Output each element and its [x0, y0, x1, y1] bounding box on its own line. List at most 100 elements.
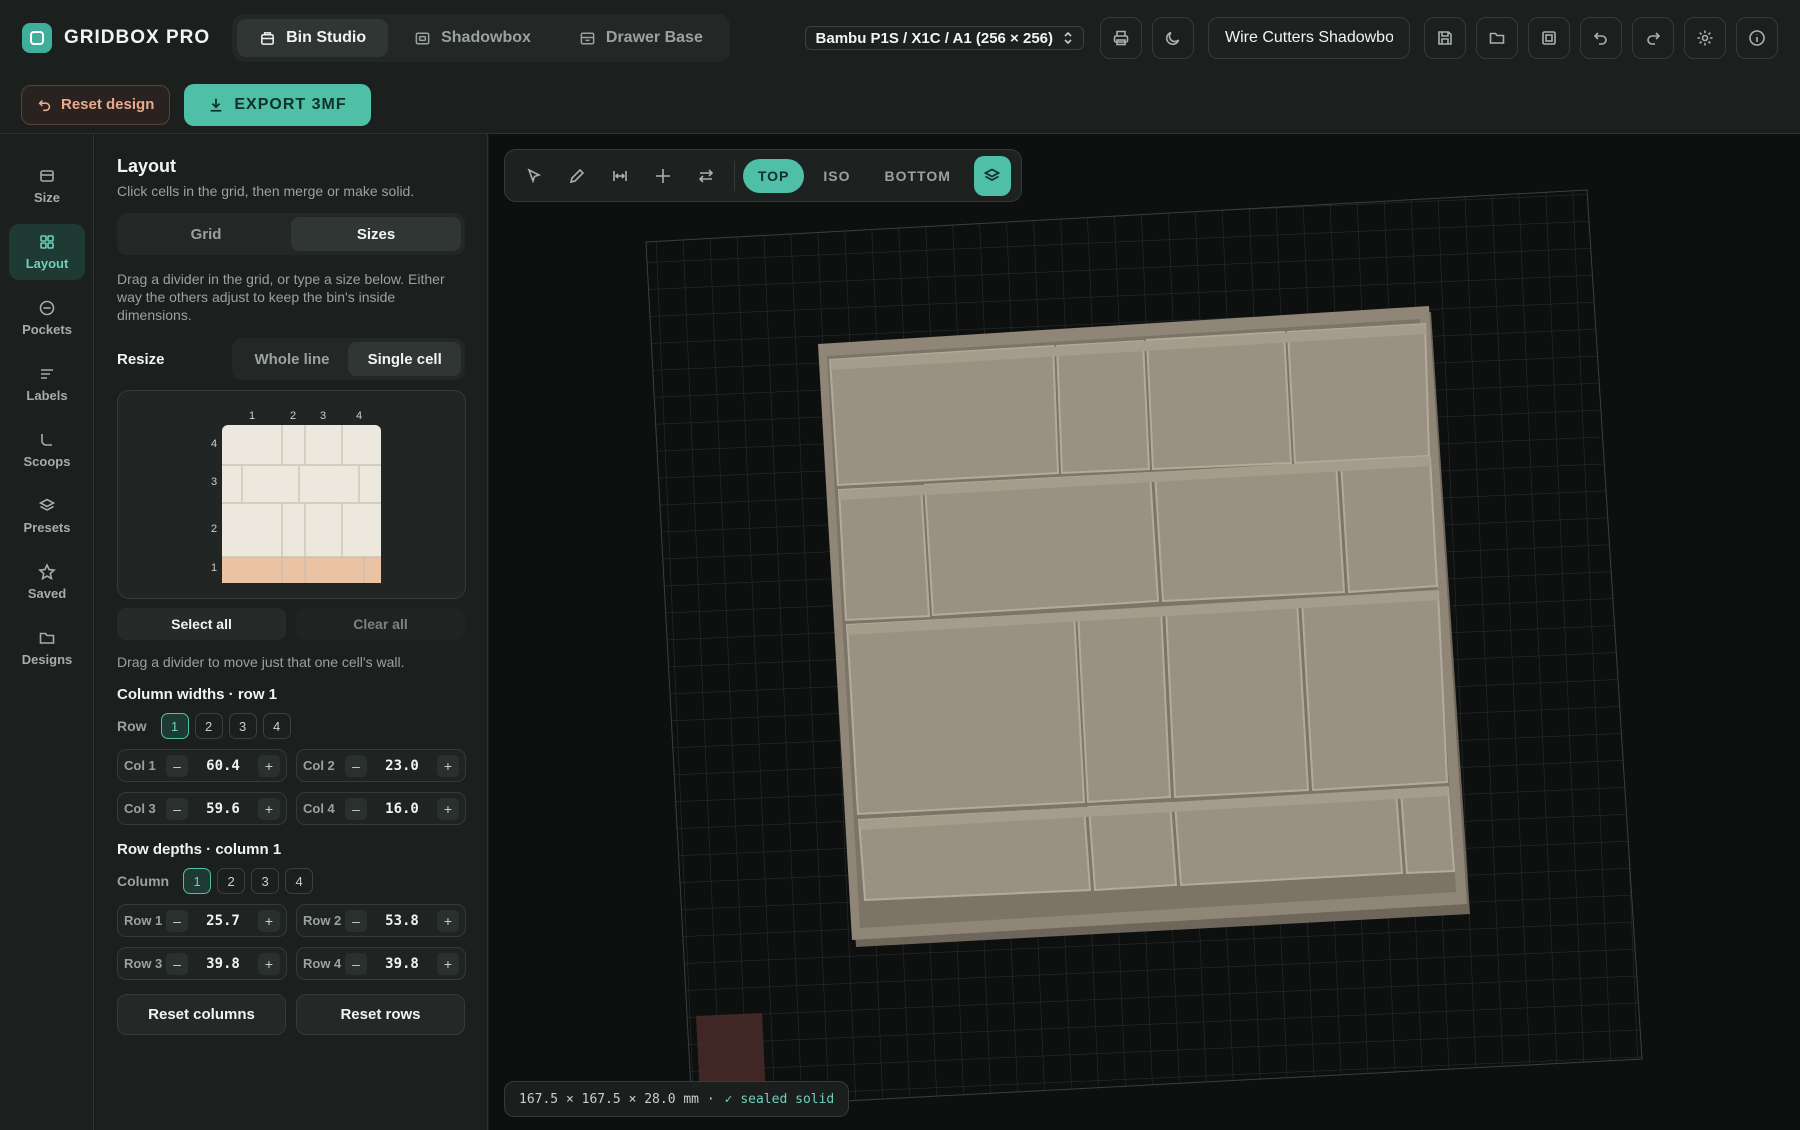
resize-whole-line[interactable]: Whole line [236, 342, 349, 376]
decrement-button[interactable]: – [166, 797, 188, 820]
increment-button[interactable]: + [437, 952, 459, 975]
print-button[interactable] [1100, 17, 1142, 59]
rail-item-labels[interactable]: Labels [9, 356, 85, 412]
decrement-button[interactable]: – [345, 952, 367, 975]
stepper-value[interactable]: 16.0 [367, 801, 437, 817]
row-picker-label: Row [117, 718, 147, 734]
rail-item-pockets[interactable]: Pockets [9, 290, 85, 346]
grid-col-label: 2 [290, 410, 296, 422]
row-chip-1[interactable]: 1 [160, 713, 189, 739]
library-button[interactable] [1528, 17, 1570, 59]
rail-item-presets[interactable]: Presets [9, 488, 85, 544]
stepper-value[interactable]: 25.7 [188, 913, 258, 929]
column-chip-1[interactable]: 1 [183, 868, 212, 894]
tab-drawer-base[interactable]: Drawer Base [557, 19, 725, 57]
split-tool[interactable] [644, 155, 683, 197]
stepper-name: Col 2 [303, 758, 335, 773]
rail-item-scoops[interactable]: Scoops [9, 422, 85, 478]
rail-item-layout[interactable]: Layout [9, 224, 85, 280]
measure-tool[interactable] [601, 155, 640, 197]
design-name-input[interactable] [1208, 17, 1410, 59]
viewport-canvas[interactable] [489, 134, 1800, 1130]
stepper-value[interactable]: 53.8 [367, 913, 437, 929]
studio-tabs: Bin Studio Shadowbox Drawer Base [232, 14, 730, 62]
panel-subtitle: Click cells in the grid, then merge or m… [117, 183, 415, 199]
rail-item-saved[interactable]: Saved [9, 554, 85, 610]
increment-button[interactable]: + [437, 909, 459, 932]
3d-viewport[interactable]: TOP ISO BOTTOM 167.5 × 167.5 × 28.0 mm ·… [489, 134, 1800, 1130]
status-solid: ✓ sealed solid [724, 1091, 835, 1107]
tab-bin-studio[interactable]: Bin Studio [237, 19, 389, 57]
row-2-stepper: Row 2 – 53.8 + [296, 904, 466, 937]
row-chip-4[interactable]: 4 [262, 713, 291, 739]
grid-row-label: 2 [211, 523, 217, 535]
top-right-controls: Bambu P1S / X1C / A1 (256 × 256) [804, 17, 1778, 59]
decrement-button[interactable]: – [166, 952, 188, 975]
increment-button[interactable]: + [258, 797, 280, 820]
tab-sizes[interactable]: Sizes [291, 217, 461, 251]
save-button[interactable] [1424, 17, 1466, 59]
drawer-icon [580, 32, 595, 44]
printer-select[interactable]: Bambu P1S / X1C / A1 (256 × 256) [804, 26, 1084, 50]
column-chip-4[interactable]: 4 [285, 868, 314, 894]
clear-all-button[interactable]: Clear all [296, 608, 465, 640]
theme-toggle-button[interactable] [1152, 17, 1194, 59]
draw-tool[interactable] [558, 155, 597, 197]
redo-button[interactable] [1632, 17, 1674, 59]
view-top-button[interactable]: TOP [742, 158, 805, 193]
cell-grid-svg[interactable]: 1 2 3 4 4 3 2 1 [118, 391, 467, 600]
select-all-button[interactable]: Select all [117, 608, 286, 640]
decrement-button[interactable]: – [345, 797, 367, 820]
rail-label: Pockets [22, 322, 72, 337]
decrement-button[interactable]: – [345, 754, 367, 777]
stepper-name: Row 3 [124, 956, 163, 971]
swap-tool[interactable] [687, 155, 726, 197]
tab-shadowbox[interactable]: Shadowbox [392, 19, 553, 57]
row-chip-3[interactable]: 3 [228, 713, 257, 739]
select-tool[interactable] [515, 155, 554, 197]
resize-single-cell[interactable]: Single cell [348, 342, 461, 376]
reset-design-button[interactable]: Reset design [21, 84, 171, 125]
stepper-value[interactable]: 23.0 [367, 758, 437, 774]
rail-item-size[interactable]: Size [9, 158, 85, 214]
app-logo: GRIDBOX PRO [22, 23, 210, 53]
star-icon [38, 563, 56, 581]
save-icon [1438, 31, 1452, 45]
stepper-value[interactable]: 59.6 [188, 801, 258, 817]
view-bottom-button[interactable]: BOTTOM [870, 159, 966, 193]
reset-rows-button[interactable]: Reset rows [296, 994, 465, 1035]
increment-button[interactable]: + [258, 909, 280, 932]
decrement-button[interactable]: – [345, 909, 367, 932]
increment-button[interactable]: + [437, 797, 459, 820]
layers-toggle-button[interactable] [973, 155, 1012, 196]
column-chip-3[interactable]: 3 [251, 868, 280, 894]
undo-button[interactable] [1580, 17, 1622, 59]
tab-grid[interactable]: Grid [121, 217, 291, 251]
rail-label: Size [33, 190, 60, 205]
stepper-value[interactable]: 39.8 [188, 956, 258, 972]
increment-button[interactable]: + [437, 754, 459, 777]
stepper-value[interactable]: 60.4 [188, 758, 258, 774]
settings-button[interactable] [1684, 17, 1726, 59]
open-button[interactable] [1476, 17, 1518, 59]
decrement-button[interactable]: – [166, 754, 188, 777]
export-3mf-button[interactable]: EXPORT 3MF [184, 83, 371, 126]
info-button[interactable] [1736, 17, 1778, 59]
status-dimensions: 167.5 × 167.5 × 28.0 mm · [519, 1091, 715, 1107]
bin-icon [261, 31, 275, 45]
row-picker: Row 1 2 3 4 [117, 713, 465, 739]
scoops-icon [41, 434, 52, 446]
increment-button[interactable]: + [258, 754, 280, 777]
decrement-button[interactable]: – [166, 909, 188, 932]
rail-item-designs[interactable]: Designs [9, 620, 85, 676]
row-chip-2[interactable]: 2 [194, 713, 223, 739]
app-window: GRIDBOX PRO Bin Studio Shadowbox Drawer … [0, 0, 1800, 1130]
tab-label: Shadowbox [441, 29, 531, 46]
top-bar: GRIDBOX PRO Bin Studio Shadowbox Drawer … [0, 0, 1800, 76]
reset-columns-button[interactable]: Reset columns [117, 994, 286, 1035]
view-iso-button[interactable]: ISO [808, 159, 865, 193]
stepper-value[interactable]: 39.8 [367, 956, 437, 972]
increment-button[interactable]: + [258, 952, 280, 975]
column-chip-2[interactable]: 2 [217, 868, 246, 894]
grid-row-label: 4 [211, 438, 217, 450]
